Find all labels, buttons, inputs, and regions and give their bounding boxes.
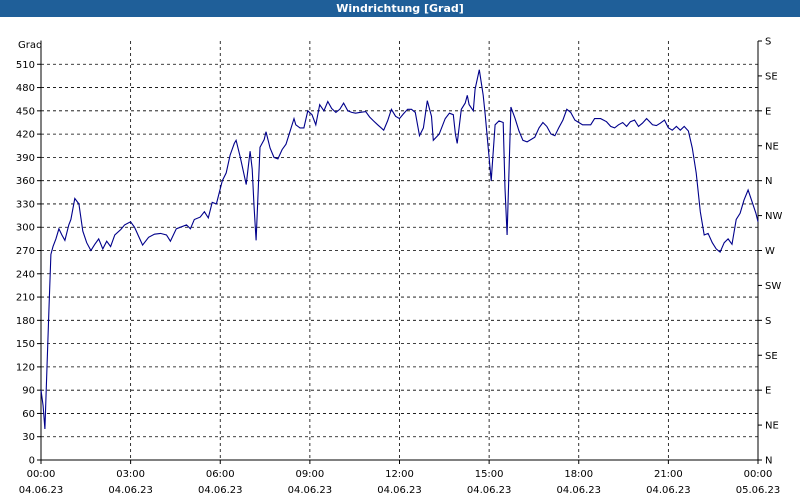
- y2-tick-label: W: [765, 246, 775, 257]
- y-tick-label: 240: [16, 269, 35, 280]
- x-tick-time: 06:00: [206, 469, 235, 480]
- series-line: [40, 69, 759, 430]
- x-tick-date: 04.06.23: [646, 485, 691, 496]
- y-tick-label: 390: [16, 153, 35, 164]
- y2-tick-label: N: [765, 176, 772, 187]
- x-tick-date: 04.06.23: [556, 485, 601, 496]
- y-tick-label: 510: [16, 60, 35, 71]
- x-tick-time: 03:00: [116, 469, 145, 480]
- y-tick-label: 150: [16, 339, 35, 350]
- y2-tick-label: NE: [765, 141, 779, 152]
- y-tick-label: 450: [16, 106, 35, 117]
- y-tick-label: 360: [16, 176, 35, 187]
- y2-tick-label: SW: [765, 281, 781, 292]
- y-tick-label: 420: [16, 130, 35, 141]
- x-tick-time: 00:00: [27, 469, 56, 480]
- y-axis-left: 0 30 60 90 120 150 180 210 240 270 300 330 360 390 420…: [16, 60, 41, 467]
- x-axis: 00:00 04.06.23 03:00 04.06.23 06:00 04.06.23 0…: [19, 460, 781, 496]
- y-axis-label: Grad: [18, 40, 42, 51]
- x-tick-date: 04.06.23: [198, 485, 243, 496]
- y2-tick-label: N: [765, 456, 772, 467]
- y-tick-label: 90: [22, 386, 35, 397]
- y2-tick-label: S: [765, 37, 771, 48]
- x-tick-time: 00:00: [744, 469, 773, 480]
- grid: [41, 41, 758, 460]
- y-tick-label: 480: [16, 83, 35, 94]
- x-tick-date: 04.06.23: [108, 485, 153, 496]
- y2-tick-label: NE: [765, 421, 779, 432]
- x-tick-date: 04.06.23: [377, 485, 422, 496]
- x-tick-time: 09:00: [295, 469, 324, 480]
- x-tick-time: 15:00: [475, 469, 504, 480]
- y2-tick-label: NW: [765, 211, 782, 222]
- x-tick-date: 05.06.23: [736, 485, 781, 496]
- x-tick-date: 04.06.23: [288, 485, 333, 496]
- y2-tick-label: SE: [765, 351, 778, 362]
- y-tick-label: 180: [16, 316, 35, 327]
- x-tick-time: 12:00: [385, 469, 414, 480]
- y-tick-label: 120: [16, 362, 35, 373]
- x-tick-date: 04.06.23: [19, 485, 64, 496]
- y-tick-label: 270: [16, 246, 35, 257]
- y-tick-label: 60: [22, 409, 35, 420]
- x-tick-time: 21:00: [654, 469, 683, 480]
- wind-direction-chart: 0 30 60 90 120 150 180 210 240 270 300 330 360 390 420…: [16, 37, 783, 497]
- x-tick-date: 04.06.23: [467, 485, 512, 496]
- y-tick-label: 210: [16, 293, 35, 304]
- y-tick-label: 330: [16, 199, 35, 210]
- y2-tick-label: S: [765, 316, 771, 327]
- y-axis-right: N NE E SE S SW W NW N NE E SE S: [758, 37, 782, 467]
- y-tick-label: 300: [16, 223, 35, 234]
- y-tick-label: 0: [29, 456, 35, 467]
- y2-tick-label: E: [765, 386, 771, 397]
- y2-tick-label: E: [765, 106, 771, 117]
- y2-tick-label: SE: [765, 71, 778, 82]
- x-tick-time: 18:00: [564, 469, 593, 480]
- y-tick-label: 30: [22, 432, 35, 443]
